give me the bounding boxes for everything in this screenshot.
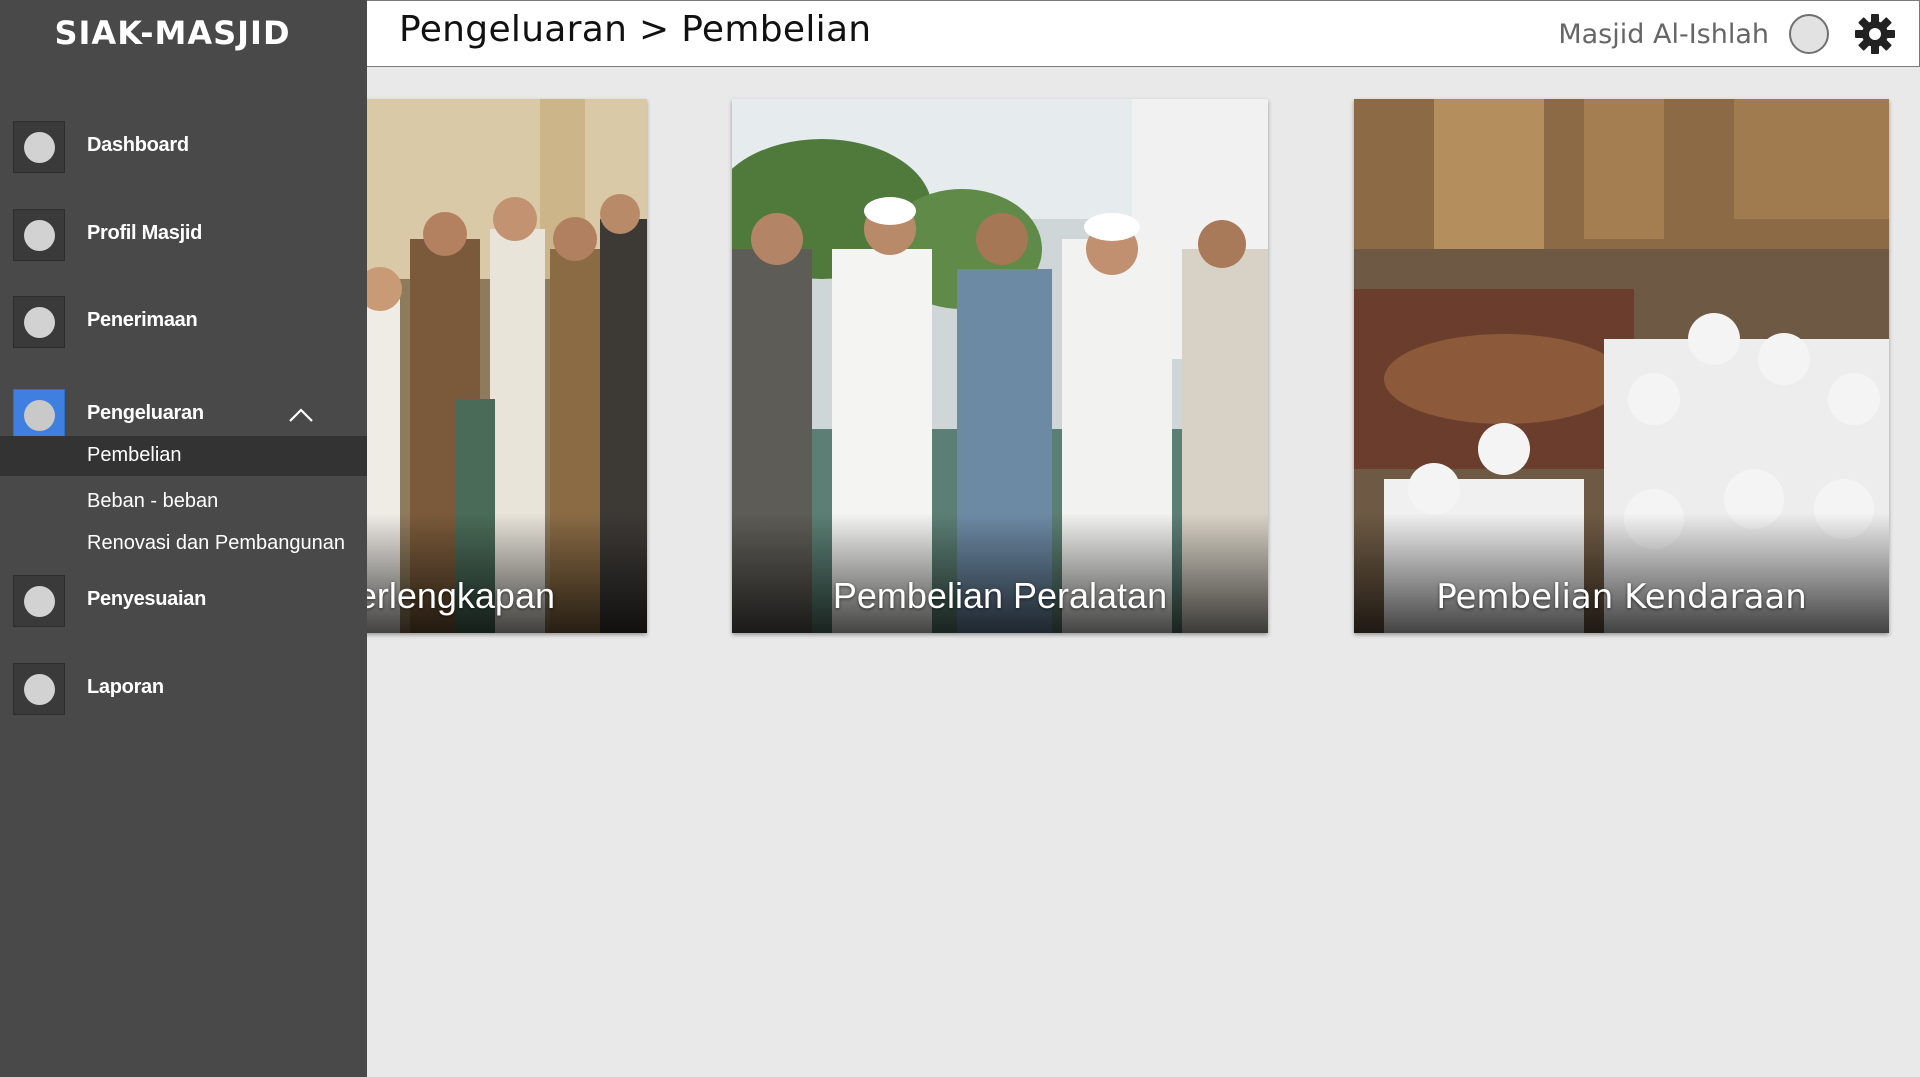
sidebar-item-label: Laporan [87,676,164,698]
sidebar-subitem-pembelian[interactable]: Pembelian [0,436,367,476]
card-caption: Pembelian Peralatan [832,575,1168,616]
sidebar-item-penyesuaian[interactable]: Penyesuaian [0,575,367,627]
sidebar-subitem-label: Pembelian [87,444,182,466]
sidebar-item-profil-masjid[interactable]: Profil Masjid [0,209,367,261]
sidebar-item-label: Profil Masjid [87,222,203,244]
sidebar: SIAK-MASJID Dashboard Profil Masjid Pene… [0,0,367,1077]
card-pembelian-kendaraan[interactable]: Pembelian Kendaraan [1354,99,1889,633]
sidebar-item-label: Penyesuaian [87,588,206,610]
income-icon [13,296,65,348]
chevron-up-icon[interactable] [288,407,314,423]
sidebar-subitem-beban[interactable]: Beban - beban [0,482,367,522]
sidebar-item-label: Penerimaan [87,309,198,331]
top-bar: Pengeluaran > Pembelian Masjid Al-Ishlah [367,0,1920,67]
sidebar-item-label: Pengeluaran [87,402,204,424]
sidebar-item-dashboard[interactable]: Dashboard [0,121,367,173]
card-caption: Pembelian Kendaraan [1436,577,1807,617]
sidebar-item-pengeluaran[interactable]: Pengeluaran [0,389,367,441]
dashboard-icon [13,121,65,173]
profile-icon [13,209,65,261]
sidebar-subitem-label: Beban - beban [87,490,219,512]
gear-icon[interactable] [1853,12,1897,56]
sidebar-item-laporan[interactable]: Laporan [0,663,367,715]
sidebar-item-penerimaan[interactable]: Penerimaan [0,296,367,348]
app-brand: SIAK-MASJID [54,14,291,52]
sidebar-item-label: Dashboard [87,134,189,156]
sidebar-subitem-renovasi[interactable]: Renovasi dan Pembangunan [0,524,367,564]
avatar[interactable] [1789,14,1829,54]
card-pembelian-peralatan[interactable]: Pembelian Peralatan [732,99,1268,633]
sidebar-subitem-label: Renovasi dan Pembangunan [87,532,345,554]
adjustment-icon [13,575,65,627]
breadcrumb: Pengeluaran > Pembelian [399,9,872,50]
expense-icon [13,389,65,441]
report-icon [13,663,65,715]
mosque-name: Masjid Al-Ishlah [1558,19,1769,50]
